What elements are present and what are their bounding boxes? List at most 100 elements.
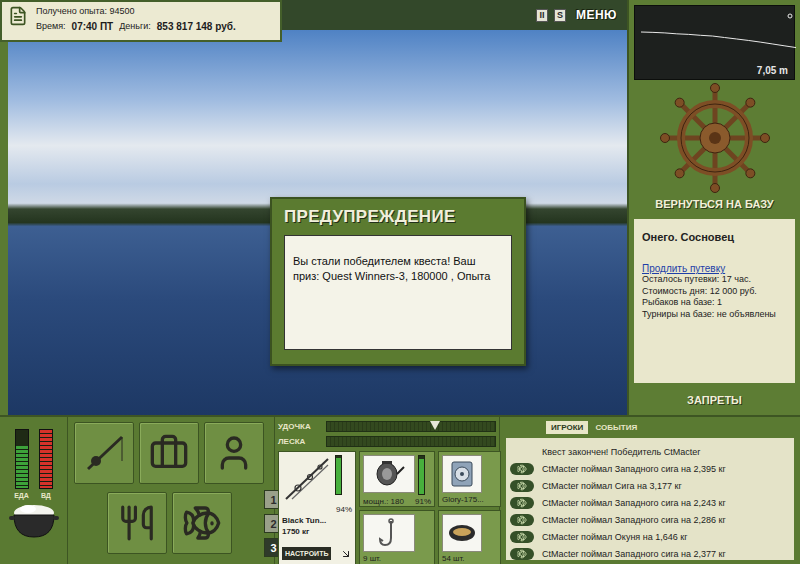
fishing-rod-icon (82, 431, 126, 475)
rod-weight: 1750 кг (282, 527, 352, 536)
action-button[interactable] (204, 422, 264, 484)
return-base-button[interactable]: ВЕРНУТЬСЯ НА БАЗУ (634, 195, 795, 213)
extend-permit-link[interactable]: Продлить путевку (642, 263, 787, 274)
tension-row: ЛЕСКА (278, 436, 496, 447)
hook-caption: 9 шт. (363, 554, 431, 563)
caption-row: мощн.: 180 91% (363, 497, 431, 506)
hook-icon (374, 518, 404, 548)
hud-text: Получено опыта: 94500Время:07:40 ПТДеньг… (36, 6, 236, 32)
action-grid (74, 422, 264, 559)
fish-badge (510, 463, 534, 475)
bait-icon (446, 520, 478, 546)
arrow-icon[interactable] (340, 548, 352, 560)
depth-reading: 7,05 m (757, 65, 788, 76)
action-button[interactable] (139, 422, 199, 484)
hud-row: Получено опыта: 94500 (36, 6, 236, 16)
meter-row: ЕДА ВД (14, 429, 53, 499)
depth-chart (641, 10, 796, 65)
line-card[interactable]: Glory-175... (438, 451, 501, 507)
info-line: Турниры на базе: не объявлены (642, 309, 787, 321)
control-button[interactable]: II (536, 9, 548, 22)
status-hud: Получено опыта: 94500Время:07:40 ПТДеньг… (0, 0, 282, 42)
tackle: УДОЧКАЛЕСКА94%Black Tun...1750 кгНАСТРОИ… (275, 417, 500, 564)
fish-icon (517, 481, 527, 491)
hook-image (363, 514, 415, 552)
meter-track (39, 429, 53, 489)
rod-reading: 94% (336, 505, 352, 514)
fisherman-icon (214, 433, 254, 473)
depth-line (641, 32, 796, 48)
reel-icon (372, 459, 406, 489)
rod-name: Black Tun... (282, 516, 352, 525)
caption-row: 94% (282, 505, 352, 514)
menu-button[interactable]: МЕНЮ (572, 8, 617, 22)
rod-level-track (335, 455, 342, 495)
ship-wheel-icon[interactable] (660, 83, 770, 193)
fish-badge (510, 480, 534, 492)
reel-level-track (418, 455, 425, 495)
fish-icon (182, 503, 222, 543)
message-text: CtMacter поймал Западного сига на 2,286 … (542, 515, 726, 525)
message-row: Квест закончен! Победитель CtMacter (510, 443, 790, 460)
control-button[interactable]: S (554, 9, 566, 22)
float-marker-icon (788, 14, 792, 18)
message-row: CtMacter поймал Западного сига на 2,286 … (510, 511, 790, 528)
dialog-body: Вы стали победителем квеста! Ваш приз: Q… (284, 235, 512, 350)
reel-level-fill (419, 459, 424, 494)
action-button[interactable] (74, 422, 134, 484)
message-text: CtMacter поймал Западного сига на 2,377 … (542, 549, 726, 559)
message-row: CtMacter поймал Западного сига на 2,377 … (510, 545, 790, 560)
fish-badge (510, 531, 534, 543)
location-info: Онего. Сосновец Продлить путевкуОсталось … (634, 219, 795, 383)
feed-tab[interactable]: ИГРОКИ (546, 421, 588, 434)
rod-level-fill (336, 458, 341, 494)
notepad-icon[interactable] (8, 6, 28, 26)
tackle-box-icon (149, 433, 189, 473)
action-row (107, 492, 232, 554)
game-screen: II S МЕНЮ Получено опыта: 94500Время:07:40 … (0, 0, 800, 564)
message-text: CtMacter поймал Западного сига на 2,243 … (542, 498, 726, 508)
meter-fill (16, 446, 28, 488)
depth-panel: 7,05 m (634, 5, 795, 80)
info-line: Стоимость дня: 12 000 руб. (642, 286, 787, 298)
action-button[interactable] (172, 492, 232, 554)
actions: 123 (68, 417, 275, 564)
info-line: Рыбаков на базе: 1 (642, 297, 787, 309)
reel-card[interactable]: мощн.: 180 91% (359, 451, 435, 507)
rod-card[interactable]: 94% Black Tun... 1750 кг НАСТРОИТЬ (278, 451, 356, 564)
tension-track (326, 421, 496, 432)
message-row: CtMacter поймал Западного сига на 2,243 … (510, 494, 790, 511)
tension-label: ЛЕСКА (278, 437, 322, 446)
meter-fill (40, 430, 52, 488)
dialog-title: ПРЕДУПРЕЖДЕНИЕ (284, 207, 512, 227)
hook-card[interactable]: 9 шт. (359, 510, 435, 564)
bans-button[interactable]: ЗАПРЕТЫ (634, 391, 795, 409)
card-top (282, 455, 352, 503)
tune-button[interactable]: НАСТРОИТЬ (282, 547, 331, 560)
meters: ЕДА ВД (0, 417, 68, 564)
feed: ИГРОКИСОБЫТИЯ Квест закончен! Победитель … (500, 417, 800, 564)
line-caption: Glory-175... (442, 495, 497, 504)
time-value: 07:40 ПТ (72, 21, 114, 32)
experience-text: Получено опыта: 94500 (36, 6, 135, 16)
message-text: CtMacter поймал Окуня на 1,646 кг (542, 532, 687, 542)
reel-reading: 91% (415, 497, 431, 506)
fish-icon (517, 515, 527, 525)
info-line: Осталось путевки: 17 час. (642, 274, 787, 286)
bait-caption: 54 шт. (442, 554, 497, 563)
meter-label: ЕДА (14, 492, 29, 499)
fish-badge (510, 514, 534, 526)
message-text: CtMacter поймал Сига на 3,177 кг (542, 481, 682, 491)
action-button[interactable] (107, 492, 167, 554)
meter: ВД (39, 429, 53, 499)
fishing-line-icon (447, 459, 477, 489)
feed-tab[interactable]: СОБЫТИЯ (590, 421, 642, 434)
knife-fork-icon (118, 504, 156, 542)
money-value: 853 817 148 руб. (157, 21, 236, 32)
fish-icon (517, 498, 527, 508)
bait-card[interactable]: 54 шт. (438, 510, 501, 564)
reel-caption: мощн.: 180 (363, 497, 404, 506)
location-name: Онего. Сосновец (642, 231, 787, 243)
reel-image (363, 455, 415, 493)
rod-footer: НАСТРОИТЬ (282, 547, 352, 562)
